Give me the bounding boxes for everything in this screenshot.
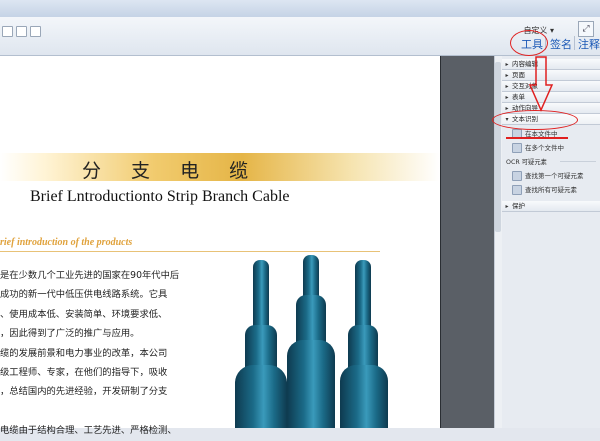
scrollbar-thumb[interactable] <box>495 62 501 232</box>
annotation-underline <box>506 137 568 139</box>
expand-icon[interactable]: ⤢ <box>578 21 594 37</box>
text-line: ，因此得到了广泛的推广与应用。 <box>0 328 140 340</box>
chevron-right-icon: ▸ <box>505 83 509 90</box>
text-line: 是在少数几个工业先进的国家在90年代中后 <box>0 270 180 281</box>
toolbar: 自定义 ▾ ⤢ <box>0 17 600 56</box>
divider <box>0 251 380 252</box>
tab-divider <box>574 36 575 50</box>
window-title-bar <box>0 0 600 17</box>
text-line: 电缆由于结构合理、工艺先进、严格检测、 <box>0 425 177 437</box>
chevron-right-icon: ▸ <box>505 94 509 101</box>
text-line: 缆的发展前景和电力事业的改革，本公司 <box>0 347 168 359</box>
text-line: 、使用成本低、安装简单、环境要求低、 <box>0 308 168 320</box>
section-protect[interactable]: ▸ 保护 <box>502 201 600 212</box>
tab-sign[interactable]: 签名 <box>550 36 572 52</box>
annotation-arrow-down-icon <box>528 56 554 112</box>
ocr-section-header: OCR 可疑元素 <box>506 159 547 166</box>
attachment-icon[interactable] <box>30 26 41 37</box>
multiple-files-icon <box>512 143 522 153</box>
annotation-circle-text-recognition <box>492 110 578 130</box>
body-text: 是在少数几个工业先进的国家在90年代中后 成功的新一代中低压供电线路系统。它具 … <box>0 266 190 441</box>
print-icon[interactable] <box>16 26 27 37</box>
find-first-suspect[interactable]: 查找第一个可疑元素 <box>512 170 584 181</box>
document-title-cn: 分 支 电 缆 <box>82 160 261 182</box>
find-all-suspects[interactable]: 查找所有可疑元素 <box>512 184 577 195</box>
chevron-right-icon: ▸ <box>505 203 509 210</box>
recognize-in-multiple-files[interactable]: 在多个文件中 <box>512 142 564 153</box>
page-icon[interactable] <box>2 26 13 37</box>
text-line: 成功的新一代中低压供电线路系统。它具 <box>0 289 168 301</box>
section-label: 页面 <box>512 71 525 79</box>
text-line <box>0 402 190 421</box>
tab-comment[interactable]: 注释 <box>578 36 600 52</box>
section-heading: rief introduction of the products <box>0 237 133 248</box>
cable-product-image <box>225 255 425 428</box>
text-line: 级工程师、专家，在他们的指导下，吸收 <box>0 367 168 379</box>
chevron-right-icon: ▸ <box>505 72 509 79</box>
annotation-circle-tools <box>510 30 548 56</box>
text-line: ，总结国内的先进经验，开发研制了分支 <box>0 386 168 398</box>
document-title-en: Brief Lntroductionto Strip Branch Cable <box>30 188 290 205</box>
item-label: 查找第一个可疑元素 <box>525 172 584 180</box>
section-label: 保护 <box>512 202 525 210</box>
find-suspect-icon <box>512 171 522 181</box>
chevron-right-icon: ▸ <box>505 61 509 68</box>
item-label: 查找所有可疑元素 <box>525 186 577 194</box>
find-all-icon <box>512 185 522 195</box>
divider <box>560 161 596 162</box>
item-label: 在多个文件中 <box>525 144 564 152</box>
section-label: 表单 <box>512 93 525 101</box>
